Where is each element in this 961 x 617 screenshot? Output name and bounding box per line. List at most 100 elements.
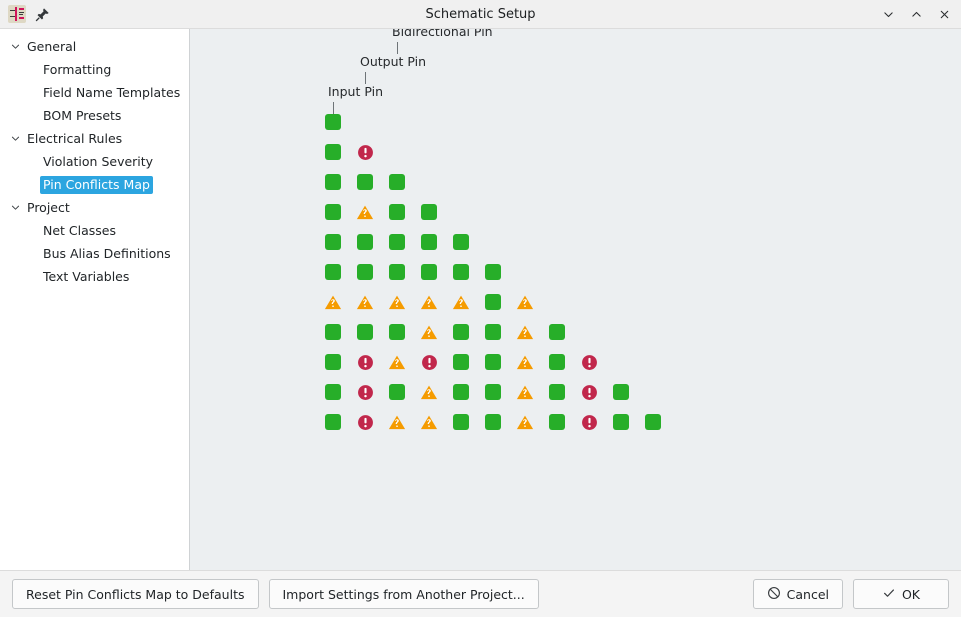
sidebar-item-pin-conflicts-map[interactable]: Pin Conflicts Map [0,173,189,196]
matrix-cell[interactable] [354,171,376,193]
matrix-cell[interactable] [546,351,568,373]
ok-icon [421,234,437,250]
matrix-cell[interactable] [450,321,472,343]
matrix-cell[interactable] [642,411,664,433]
cancel-button[interactable]: Cancel [753,579,843,609]
matrix-cell[interactable] [514,411,536,433]
matrix-cell[interactable] [386,381,408,403]
chevron-down-icon[interactable] [6,202,24,213]
matrix-cell[interactable] [322,201,344,223]
ok-icon [389,234,405,250]
matrix-cell[interactable] [546,381,568,403]
matrix-cell[interactable] [386,231,408,253]
matrix-cell[interactable] [450,411,472,433]
ok-icon [485,294,501,310]
sidebar-item-electrical-rules[interactable]: Electrical Rules [0,127,189,150]
matrix-cell[interactable] [418,231,440,253]
matrix-cell[interactable] [386,351,408,373]
matrix-cell[interactable] [482,291,504,313]
matrix-cell[interactable] [322,291,344,313]
kicad-schematic-icon [8,5,26,23]
matrix-cell[interactable] [418,381,440,403]
matrix-cell[interactable] [354,261,376,283]
matrix-cell[interactable] [354,231,376,253]
matrix-cell[interactable] [322,141,344,163]
sidebar-item-bom-presets[interactable]: BOM Presets [0,104,189,127]
sidebar-item-field-name-templates[interactable]: Field Name Templates [0,81,189,104]
matrix-cell[interactable] [354,201,376,223]
matrix-cell[interactable] [482,411,504,433]
matrix-cell[interactable] [354,411,376,433]
matrix-cell[interactable] [610,411,632,433]
sidebar-item-text-variables[interactable]: Text Variables [0,265,189,288]
matrix-cell[interactable] [450,231,472,253]
matrix-cell[interactable] [578,351,600,373]
matrix-cell[interactable] [514,351,536,373]
matrix-cell[interactable] [386,171,408,193]
close-button[interactable] [931,2,957,27]
matrix-cell[interactable] [386,291,408,313]
matrix-cell[interactable] [418,261,440,283]
matrix-cell[interactable] [322,261,344,283]
sidebar-item-label: Project [24,199,73,217]
chevron-down-icon[interactable] [6,133,24,144]
matrix-cell[interactable] [322,321,344,343]
sidebar-item-label: Pin Conflicts Map [40,176,153,194]
matrix-cell[interactable] [610,381,632,403]
matrix-cell[interactable] [514,321,536,343]
matrix-cell[interactable] [322,231,344,253]
chevron-down-icon[interactable] [6,41,24,52]
sidebar-item-project[interactable]: Project [0,196,189,219]
sidebar-item-formatting[interactable]: Formatting [0,58,189,81]
matrix-cell[interactable] [418,201,440,223]
matrix-cell[interactable] [482,381,504,403]
sidebar-item-label: Formatting [40,61,114,79]
sidebar-item-bus-alias-definitions[interactable]: Bus Alias Definitions [0,242,189,265]
minimize-button[interactable] [875,2,901,27]
matrix-cell[interactable] [514,291,536,313]
matrix-cell[interactable] [386,261,408,283]
matrix-cell[interactable] [386,201,408,223]
matrix-cell[interactable] [450,381,472,403]
sidebar-item-net-classes[interactable]: Net Classes [0,219,189,242]
ok-icon [325,174,341,190]
matrix-cell[interactable] [354,291,376,313]
matrix-cell[interactable] [386,321,408,343]
ok-icon [357,324,373,340]
matrix-cell[interactable] [354,141,376,163]
ok-button[interactable]: OK [853,579,949,609]
matrix-cell[interactable] [418,411,440,433]
matrix-cell[interactable] [418,321,440,343]
matrix-cell[interactable] [418,291,440,313]
sidebar-item-general[interactable]: General [0,35,189,58]
matrix-cell[interactable] [354,351,376,373]
matrix-cell[interactable] [578,381,600,403]
matrix-cell[interactable] [514,381,536,403]
matrix-cell[interactable] [450,291,472,313]
matrix-cell[interactable] [322,171,344,193]
matrix-cell[interactable] [482,321,504,343]
matrix-cell[interactable] [322,351,344,373]
reset-pin-conflicts-map-button[interactable]: Reset Pin Conflicts Map to Defaults [12,579,259,609]
matrix-cell[interactable] [578,411,600,433]
sidebar-item-violation-severity[interactable]: Violation Severity [0,150,189,173]
matrix-cell[interactable] [386,411,408,433]
matrix-cell[interactable] [354,321,376,343]
matrix-cell[interactable] [450,351,472,373]
matrix-cell[interactable] [546,321,568,343]
sidebar-item-label: Violation Severity [40,153,156,171]
matrix-cell[interactable] [322,411,344,433]
matrix-cell[interactable] [482,351,504,373]
warning-icon [388,294,406,311]
matrix-cell[interactable] [450,261,472,283]
matrix-cell[interactable] [546,411,568,433]
matrix-cell[interactable] [322,111,344,133]
pushpin-icon[interactable] [35,7,50,22]
maximize-button[interactable] [903,2,929,27]
matrix-cell[interactable] [322,381,344,403]
import-settings-button[interactable]: Import Settings from Another Project... [269,579,539,609]
ok-icon [357,264,373,280]
matrix-cell[interactable] [418,351,440,373]
matrix-cell[interactable] [354,381,376,403]
matrix-cell[interactable] [482,261,504,283]
